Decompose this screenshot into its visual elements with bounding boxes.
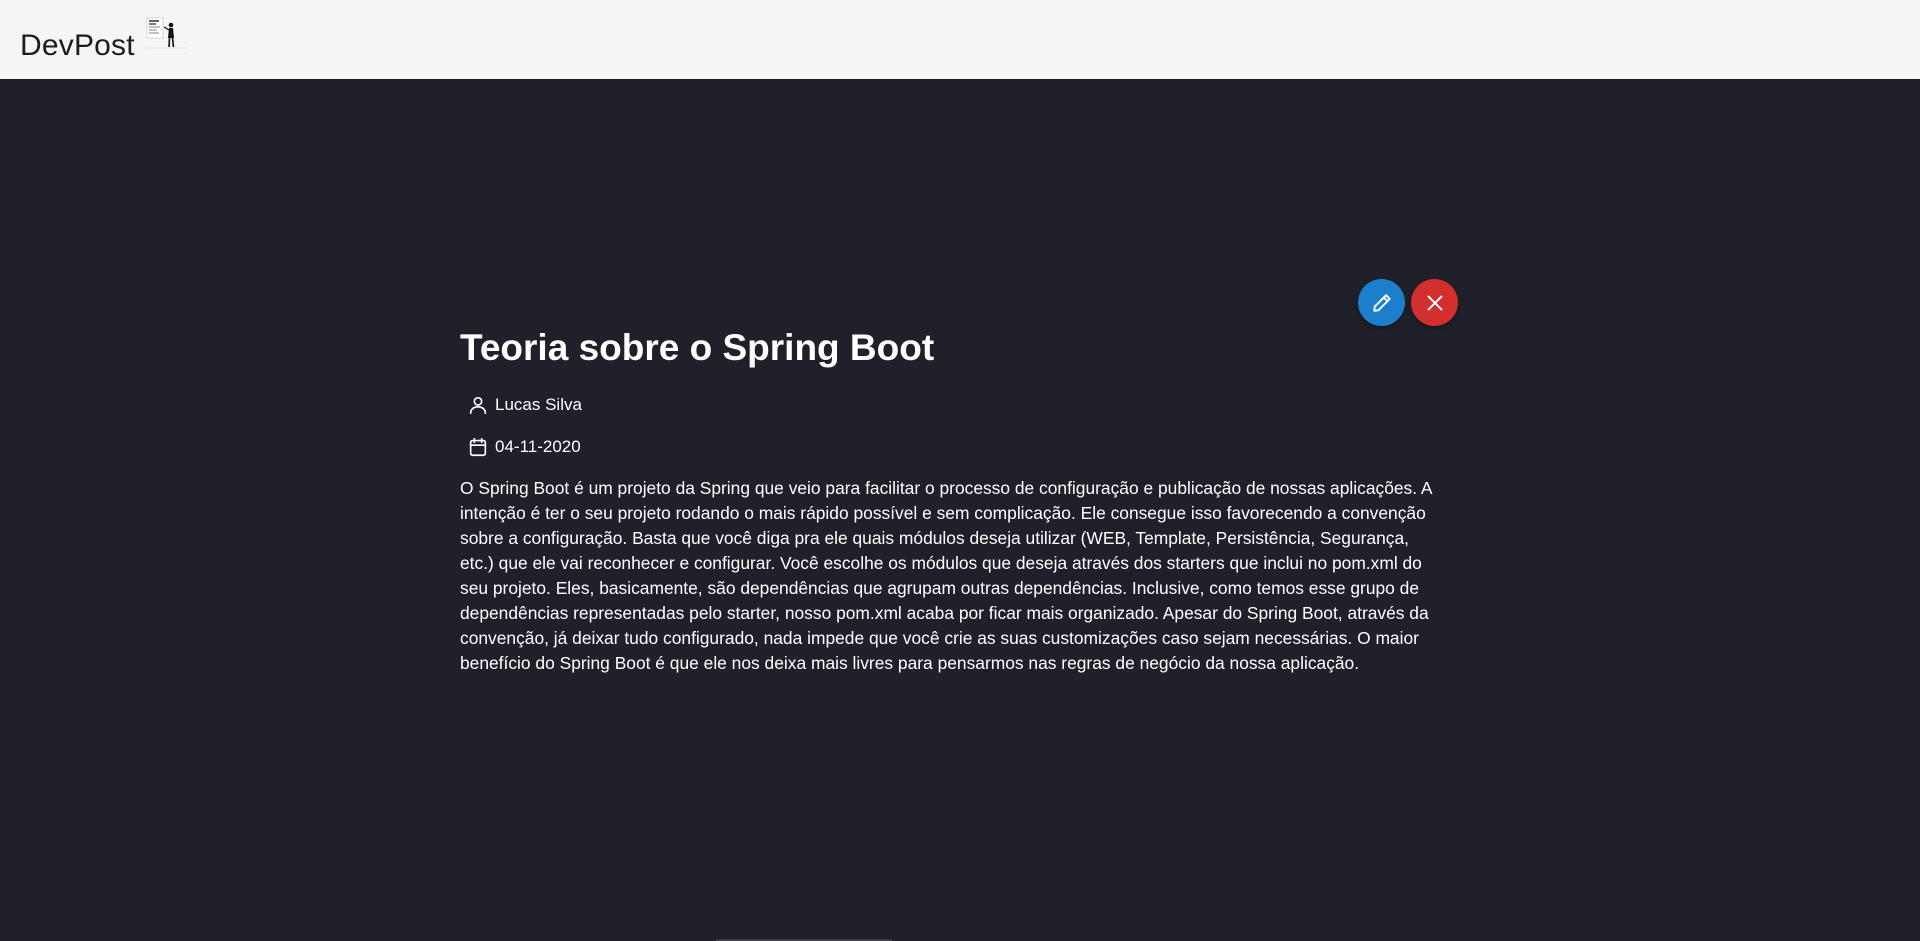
author-name: Lucas Silva [495, 395, 582, 415]
brand-name: DevPost [20, 28, 135, 62]
calendar-icon [469, 438, 487, 457]
post-date: 04-11-2020 [467, 436, 1460, 458]
brand-link[interactable]: DevPost [20, 17, 191, 63]
post-body: O Spring Boot é um projeto da Spring que… [460, 478, 1432, 674]
developer-at-whiteboard-icon [144, 14, 191, 59]
post-author: Lucas Silva [467, 394, 1460, 416]
user-icon [469, 397, 487, 415]
date-value: 04-11-2020 [495, 437, 581, 457]
post-detail: Teoria sobre o Spring Boot Lucas Silva 0… [460, 270, 1460, 694]
post-title: Teoria sobre o Spring Boot [460, 327, 935, 368]
top-navbar: DevPost [0, 0, 1920, 79]
